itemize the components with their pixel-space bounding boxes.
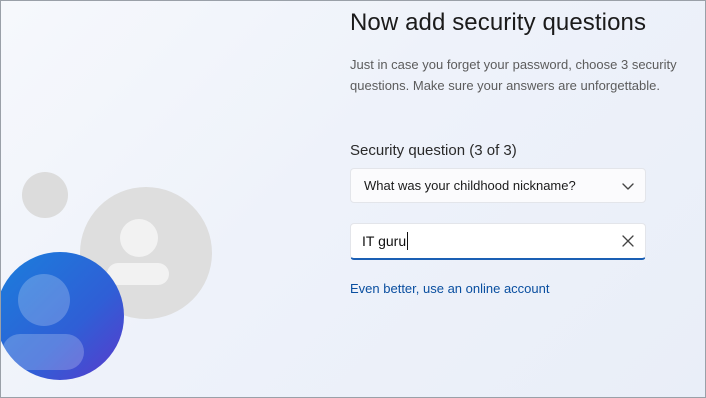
small-dot-decoration [22, 172, 68, 218]
security-question-label: Security question (3 of 3) [350, 142, 517, 159]
security-question-selected: What was your childhood nickname? [364, 178, 576, 193]
page-subtitle: Just in case you forget your password, c… [350, 57, 677, 93]
security-answer-input[interactable]: IT guru [350, 223, 646, 260]
close-icon[interactable] [621, 234, 635, 248]
online-account-link[interactable]: Even better, use an online account [350, 281, 549, 296]
page-title: Now add security questions [350, 9, 647, 36]
security-answer-value: IT guru [362, 233, 407, 249]
user-avatars-illustration [0, 0, 260, 398]
security-question-dropdown[interactable]: What was your childhood nickname? [350, 168, 646, 203]
chevron-down-icon [622, 183, 634, 190]
text-caret [407, 232, 409, 250]
user-avatar-icon [0, 172, 212, 380]
